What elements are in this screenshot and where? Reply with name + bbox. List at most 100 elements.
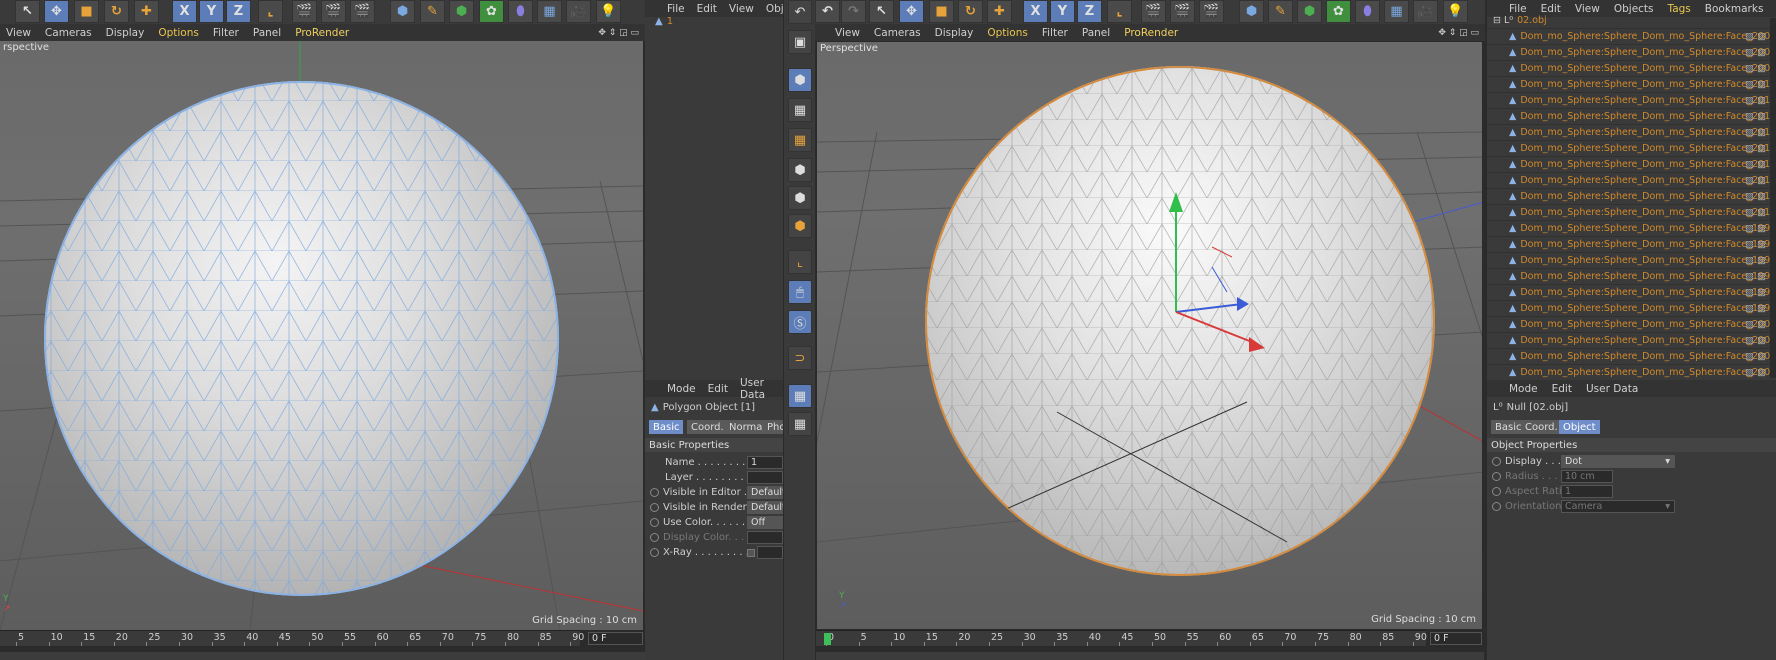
tag-icons[interactable]: ▨ ▨	[1745, 335, 1766, 346]
pen-icon[interactable]: ✎	[1268, 0, 1293, 23]
scale-tool-icon[interactable]: ■	[74, 0, 99, 23]
right-timeline-ruler[interactable]: 0 5 10 15 20 25 30 35 40 45 50 55 60 65 70 75 80 85 90	[816, 630, 1427, 646]
tag-icons[interactable]: ▨ ▨	[1745, 271, 1766, 282]
menu-panel[interactable]: Panel	[253, 27, 281, 39]
subdivision-icon[interactable]: ⬢	[449, 0, 474, 23]
menu-view[interactable]: View	[835, 27, 860, 39]
menu-filter[interactable]: Filter	[213, 27, 239, 39]
visible-in-renderer-select[interactable]: Default	[747, 501, 786, 514]
workplane-icon[interactable]: ▦	[788, 128, 812, 152]
view-nav-icons[interactable]: ✥ ⇕ ◲ ▭	[598, 28, 639, 38]
tag-icons[interactable]: ▨ ▨	[1745, 351, 1766, 362]
om-menu-edit[interactable]: Edit	[697, 3, 717, 15]
tag-icons[interactable]: ▨ ▨	[1745, 207, 1766, 218]
display-select[interactable]: Dot ▾	[1561, 455, 1675, 468]
list-item[interactable]: ▲ Dom_mo_Sphere:Sphere_Dom_mo_Sphere:Face…	[1487, 253, 1776, 269]
tag-icons[interactable]: ▨ ▨	[1745, 159, 1766, 170]
list-item[interactable]: ▲ Dom_mo_Sphere:Sphere_Dom_mo_Sphere:Face…	[1487, 269, 1776, 285]
attr-menu-mode[interactable]: Mode	[1509, 383, 1538, 395]
move-tool-icon[interactable]: ✥	[44, 0, 69, 23]
tag-icons[interactable]: ▨ ▨	[1745, 175, 1766, 186]
lock-workplane-icon[interactable]: ▦	[788, 384, 812, 408]
tag-icons[interactable]: ▨ ▨	[1745, 319, 1766, 330]
menu-options[interactable]: Options	[987, 27, 1028, 39]
move-tool-icon[interactable]: ✥	[899, 0, 924, 23]
orientation-select[interactable]: Camera ▾	[1561, 500, 1675, 513]
tweak-mode-icon[interactable]: 🖱	[788, 280, 812, 304]
right-frame-field[interactable]: 0 F	[1430, 632, 1482, 645]
om-root-item[interactable]: ⊟ L⁰ 02.obj	[1487, 13, 1776, 29]
render-picture-viewer-icon[interactable]: 🎬	[1170, 0, 1195, 23]
axis-mode-icon[interactable]: ⌞	[788, 250, 812, 274]
undo-icon[interactable]: ↶	[788, 0, 812, 24]
light-icon[interactable]: 💡	[1443, 0, 1468, 23]
axis-z-lock-icon[interactable]: Z	[226, 0, 251, 23]
radio-icon[interactable]	[650, 548, 659, 557]
list-item[interactable]: ▲ Dom_mo_Sphere:Sphere_Dom_mo_Sphere:Face…	[1487, 301, 1776, 317]
list-item[interactable]: ▲ Dom_mo_Sphere:Sphere_Dom_mo_Sphere:Face…	[1487, 205, 1776, 221]
subdivision-icon[interactable]: ⬢	[1297, 0, 1322, 23]
attr-menu-userdata[interactable]: User Data	[1586, 383, 1638, 395]
axis-z-lock-icon[interactable]: Z	[1077, 0, 1102, 23]
axis-x-lock-icon[interactable]: X	[1023, 0, 1048, 23]
attr-menu-userdata[interactable]: User Data	[740, 377, 783, 401]
attr-menu-mode[interactable]: Mode	[667, 383, 696, 395]
name-field[interactable]: 1	[747, 456, 783, 469]
tag-icons[interactable]: ▨ ▨	[1745, 223, 1766, 234]
om-scrollbar[interactable]	[1770, 18, 1776, 378]
add-tool-icon[interactable]: ✚	[134, 0, 159, 23]
tag-icons[interactable]: ▨ ▨	[1745, 63, 1766, 74]
light-icon[interactable]: 💡	[596, 0, 621, 23]
axis-y-lock-icon[interactable]: Y	[1050, 0, 1075, 23]
menu-view[interactable]: View	[6, 27, 31, 39]
deformer-icon[interactable]: ⬮	[1355, 0, 1380, 23]
list-item[interactable]: ▲ Dom_mo_Sphere:Sphere_Dom_mo_Sphere:Face…	[1487, 29, 1776, 45]
om-menu-file[interactable]: File	[667, 3, 685, 15]
menu-panel[interactable]: Panel	[1082, 27, 1110, 39]
pointer-tool-icon[interactable]: ↖	[869, 0, 894, 23]
playhead[interactable]	[824, 633, 831, 645]
snap-icon[interactable]: Ⓢ	[788, 310, 812, 334]
rotate-tool-icon[interactable]: ↻	[104, 0, 129, 23]
left-frame-field[interactable]: 0 F	[588, 632, 643, 645]
aspect-ratio-field[interactable]: 1	[1561, 485, 1613, 498]
list-item[interactable]: ▲ Dom_mo_Sphere:Sphere_Dom_mo_Sphere:Face…	[1487, 317, 1776, 333]
radio-icon[interactable]	[650, 488, 659, 497]
pen-icon[interactable]: ✎	[420, 0, 445, 23]
tag-icons[interactable]: ▨ ▨	[1745, 79, 1766, 90]
tag-icons[interactable]: ▨ ▨	[1745, 143, 1766, 154]
tag-icons[interactable]: ▨ ▨	[1745, 239, 1766, 250]
tag-icons[interactable]: ▨ ▨	[1745, 47, 1766, 58]
tag-icons[interactable]: ▨ ▨	[1745, 31, 1766, 42]
list-item[interactable]: ▲ Dom_mo_Sphere:Sphere_Dom_mo_Sphere:Face…	[1487, 349, 1776, 365]
add-tool-icon[interactable]: ✚	[987, 0, 1012, 23]
camera-icon[interactable]: 🎥	[566, 0, 591, 23]
tag-icons[interactable]: ▨ ▨	[1745, 303, 1766, 314]
right-viewport[interactable]: Perspective Grid Spacing : 10 cm Y ↗	[816, 41, 1483, 630]
camera-icon[interactable]: 🎥	[1413, 0, 1438, 23]
tab-coord[interactable]: Coord.	[687, 420, 728, 434]
menu-cameras[interactable]: Cameras	[45, 27, 92, 39]
deformer-icon[interactable]: ⬮	[508, 0, 533, 23]
scale-tool-icon[interactable]: ■	[929, 0, 954, 23]
view-nav-icons[interactable]: ✥ ⇕ ◲ ▭	[1438, 28, 1479, 38]
render-view-icon[interactable]: 🎬	[1141, 0, 1166, 23]
array-icon[interactable]: ✿	[1326, 0, 1351, 23]
menu-options[interactable]: Options	[158, 27, 199, 39]
menu-prorender[interactable]: ProRender	[295, 27, 349, 39]
radio-icon[interactable]	[1492, 502, 1501, 511]
magnet-icon[interactable]: ⊃	[788, 346, 812, 370]
list-item[interactable]: ▲ Dom_mo_Sphere:Sphere_Dom_mo_Sphere:Face…	[1487, 237, 1776, 253]
list-item[interactable]: ▲ Dom_mo_Sphere:Sphere_Dom_mo_Sphere:Face…	[1487, 333, 1776, 349]
radio-icon[interactable]	[650, 533, 659, 542]
list-item[interactable]: ▲ Dom_mo_Sphere:Sphere_Dom_mo_Sphere:Face…	[1487, 109, 1776, 125]
tab-coord[interactable]: Coord.	[1521, 420, 1562, 434]
attr-menu-edit[interactable]: Edit	[708, 383, 728, 395]
cube-icon[interactable]: ⬢	[390, 0, 415, 23]
radius-field[interactable]: 10 cm	[1561, 470, 1613, 483]
left-viewport[interactable]: rspective Grid Spacing : 10 cm Y ↗	[0, 41, 643, 630]
rotate-tool-icon[interactable]: ↻	[958, 0, 983, 23]
model-mode-icon[interactable]: ▣	[788, 30, 812, 54]
om-item-1[interactable]: ▲ 1	[645, 14, 673, 29]
axis-x-lock-icon[interactable]: X	[172, 0, 197, 23]
